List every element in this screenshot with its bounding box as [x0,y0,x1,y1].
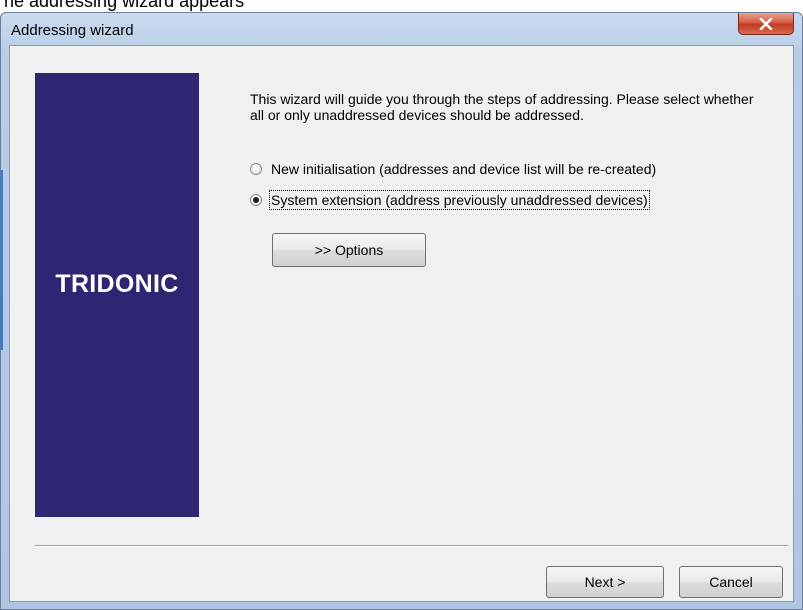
radio-button-system-extension[interactable] [250,194,262,206]
dialog-client-area: TRIDONIC This wizard will guide you thro… [9,45,794,602]
intro-text: This wizard will guide you through the s… [250,91,754,123]
options-button[interactable]: >> Options [272,233,426,267]
background-window-edge [0,170,3,350]
radio-new-initialisation[interactable]: New initialisation (addresses and device… [250,160,656,178]
radio-label-system-extension[interactable]: System extension (address previously una… [269,190,650,210]
next-button[interactable]: Next > [546,566,664,598]
close-button[interactable] [738,13,794,35]
footer-separator [35,545,788,547]
brand-logo-text: TRIDONIC [55,270,179,298]
radio-system-extension[interactable]: System extension (address previously una… [250,190,650,210]
cancel-button[interactable]: Cancel [679,566,783,598]
window-title: Addressing wizard [11,22,134,39]
background-caption-text: ne addressing wizard appears [4,0,245,11]
radio-label-new-initialisation[interactable]: New initialisation (addresses and device… [271,161,656,177]
brand-panel: TRIDONIC [35,73,199,517]
addressing-wizard-window: Addressing wizard TRIDONIC This wizard w… [0,12,803,610]
radio-button-new-initialisation[interactable] [250,163,262,175]
close-icon [759,17,773,30]
title-bar[interactable]: Addressing wizard [1,13,802,45]
